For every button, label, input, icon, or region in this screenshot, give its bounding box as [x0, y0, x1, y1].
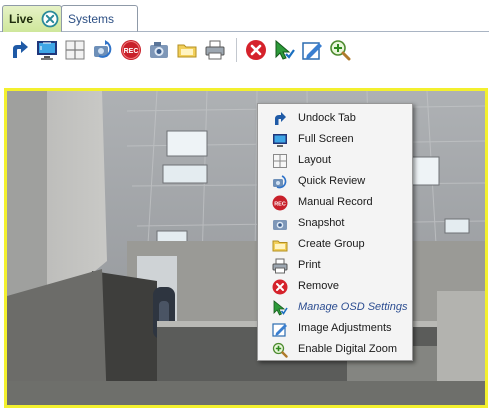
undock-icon: [13, 41, 28, 58]
digital-zoom-icon: [330, 40, 351, 61]
layout-button[interactable]: [64, 39, 86, 61]
manage-osd-icon: [272, 300, 288, 316]
digital-zoom-button[interactable]: [329, 39, 351, 61]
menu-item-label: Image Adjustments: [298, 322, 392, 334]
menu-item-manage-osd-settings[interactable]: Manage OSD Settings: [258, 297, 412, 318]
menu-item-label: Create Group: [298, 238, 365, 250]
menu-item-full-screen[interactable]: Full Screen: [258, 129, 412, 150]
undock-icon: [272, 111, 288, 127]
menu-item-layout[interactable]: Layout: [258, 150, 412, 171]
svg-text:REC: REC: [124, 48, 139, 55]
quick-review-icon: [272, 174, 288, 190]
menu-item-undock-tab[interactable]: Undock Tab: [258, 108, 412, 129]
menu-item-label: Quick Review: [298, 175, 366, 187]
remove-button[interactable]: [245, 39, 267, 61]
quick-review-icon: [94, 40, 112, 58]
camera-image: [7, 91, 485, 405]
menu-item-create-group[interactable]: Create Group: [258, 234, 412, 255]
menu-item-quick-review[interactable]: Quick Review: [258, 171, 412, 192]
tab-live[interactable]: Live: [2, 5, 62, 32]
menu-item-label: Enable Digital Zoom: [298, 343, 398, 355]
menu-item-label: Print: [298, 259, 321, 271]
print-icon: [272, 258, 288, 274]
quick-review-button[interactable]: [92, 39, 114, 61]
print-icon: [205, 40, 225, 60]
snapshot-button[interactable]: [148, 39, 170, 61]
layout-icon: [65, 40, 85, 60]
create-group-icon: [177, 44, 197, 58]
manual-record-button[interactable]: REC: [120, 39, 142, 61]
svg-text:REC: REC: [274, 201, 286, 207]
manual-record-icon: REC: [121, 40, 141, 60]
menu-item-image-adjustments[interactable]: Image Adjustments: [258, 318, 412, 339]
remove-icon: [246, 40, 266, 60]
camera-video-panel[interactable]: [4, 88, 488, 408]
menu-item-print[interactable]: Print: [258, 255, 412, 276]
menu-item-manual-record[interactable]: REC Manual Record: [258, 192, 412, 213]
create-group-icon: [272, 237, 288, 253]
snapshot-icon: [150, 42, 168, 58]
image-adjustments-icon: [302, 42, 322, 60]
toolbar-separator: [236, 38, 237, 62]
menu-item-remove[interactable]: Remove: [258, 276, 412, 297]
tab-systems-label: Systems: [68, 11, 115, 26]
print-button[interactable]: [204, 39, 226, 61]
full-screen-button[interactable]: [36, 39, 58, 61]
manage-osd-button[interactable]: [273, 39, 295, 61]
digital-zoom-icon: [272, 342, 288, 358]
remove-icon: [272, 279, 288, 295]
full-screen-icon: [272, 132, 288, 148]
menu-item-enable-digital-zoom[interactable]: Enable Digital Zoom: [258, 339, 412, 360]
full-screen-icon: [37, 41, 57, 60]
manual-record-icon: REC: [272, 195, 288, 211]
layout-icon: [272, 153, 288, 169]
menu-item-label: Manage OSD Settings: [298, 301, 408, 313]
undock-tab-button[interactable]: [8, 39, 30, 61]
context-menu: Undock Tab Full Screen Layout Quick Revi…: [257, 103, 413, 361]
menu-item-label: Remove: [298, 280, 339, 292]
create-group-button[interactable]: [176, 39, 198, 61]
toolbar: REC: [8, 36, 357, 64]
menu-item-label: Layout: [298, 154, 332, 166]
menu-item-label: Undock Tab: [298, 112, 356, 124]
image-adjustments-button[interactable]: [301, 39, 323, 61]
menu-item-label: Manual Record: [298, 196, 373, 208]
tab-bar: Live Systems: [0, 0, 489, 32]
tab-systems[interactable]: Systems: [61, 5, 138, 32]
menu-item-label: Snapshot: [298, 217, 345, 229]
manage-osd-icon: [275, 39, 295, 60]
snapshot-icon: [272, 216, 288, 232]
menu-item-snapshot[interactable]: Snapshot: [258, 213, 412, 234]
tab-live-label: Live: [9, 12, 34, 26]
image-adjustments-icon: [272, 321, 288, 337]
menu-item-label: Full Screen: [298, 133, 354, 145]
close-tab-icon[interactable]: [41, 10, 59, 28]
